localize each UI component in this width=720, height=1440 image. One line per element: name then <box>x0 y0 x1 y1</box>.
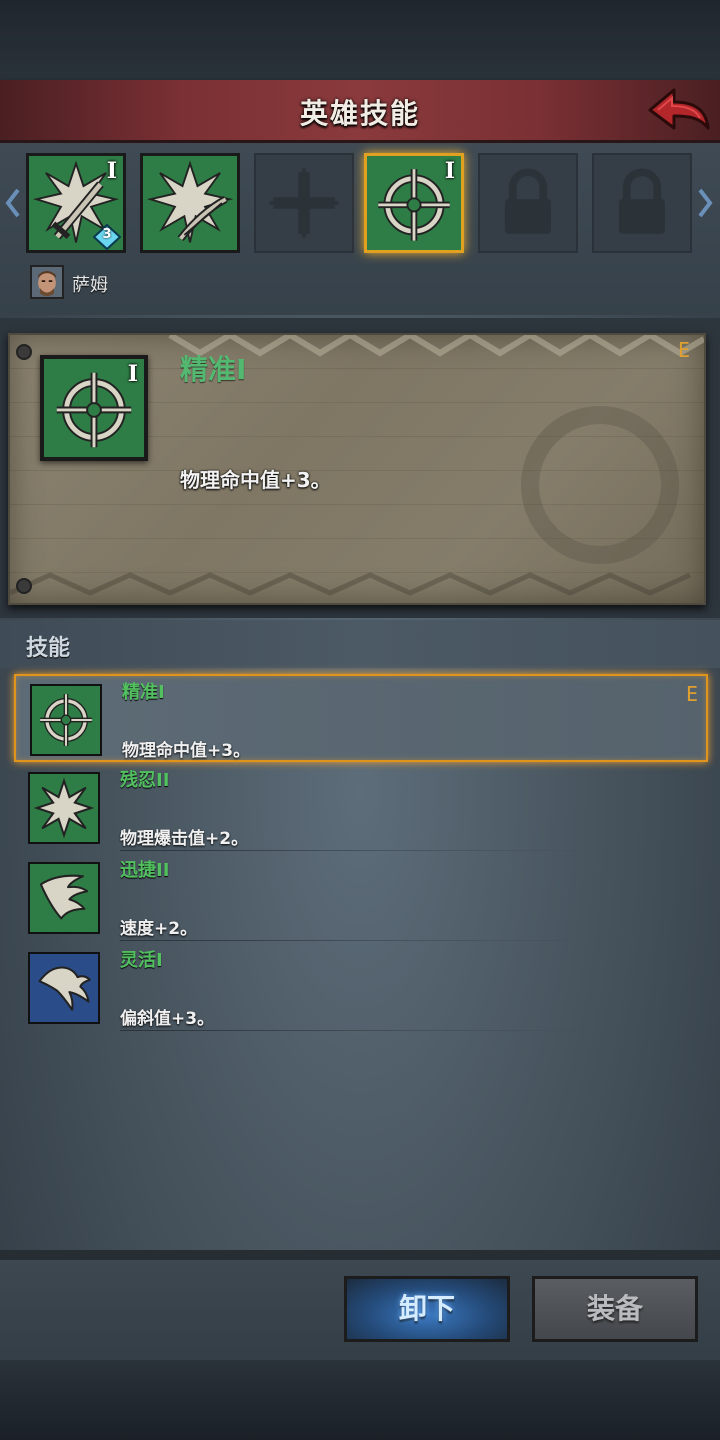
hero-portrait-icon <box>32 267 62 297</box>
detail-skill-name: 精准I <box>180 353 247 386</box>
skill-list-item-agility[interactable]: 灵活I 偏斜值+3。 <box>14 944 708 1032</box>
unequip-button[interactable]: 卸下 <box>344 1276 510 1342</box>
skill-slot-5-locked[interactable] <box>478 153 578 253</box>
skill-list-item-precision[interactable]: 精准I 物理命中值+3。 E <box>14 674 708 762</box>
divider <box>120 940 600 941</box>
rank-label: I <box>444 158 455 184</box>
skill-icon <box>30 684 102 756</box>
pin-icon <box>16 344 32 360</box>
skill-slot-2[interactable] <box>140 153 240 253</box>
skill-description: 物理命中值+3。 <box>122 741 251 761</box>
avatar[interactable] <box>30 265 64 299</box>
skill-icon <box>28 772 100 844</box>
skill-description: 速度+2。 <box>120 919 198 939</box>
detail-skill-description: 物理命中值+3。 <box>180 468 331 492</box>
skills-section-header: 技能 <box>0 620 720 668</box>
grade-badge: E <box>678 338 691 362</box>
top-frame <box>0 0 720 80</box>
back-arrow-icon[interactable] <box>644 84 712 136</box>
bottom-frame <box>0 1360 720 1440</box>
skill-icon <box>28 862 100 934</box>
detail-skill-icon: I <box>40 355 148 461</box>
skill-name: 迅捷II <box>120 860 170 881</box>
rank-label: I <box>127 361 138 387</box>
gem-count: 3 <box>102 227 112 242</box>
chevron-right-icon[interactable] <box>696 188 714 218</box>
divider <box>120 1030 600 1031</box>
burst-bow-icon <box>143 156 237 250</box>
skill-slot-1[interactable]: I 3 <box>26 153 126 253</box>
burst-icon <box>30 774 98 842</box>
rank-label: I <box>106 158 117 184</box>
section-title: 技能 <box>26 636 71 661</box>
skill-description: 物理爆击值+2。 <box>120 829 249 849</box>
divider <box>120 850 600 851</box>
skill-icon <box>28 952 100 1024</box>
chevron-left-icon[interactable] <box>4 188 22 218</box>
skill-name: 灵活I <box>120 950 163 971</box>
skill-name: 精准I <box>122 682 165 703</box>
hero-info: 萨姆 <box>30 265 710 301</box>
pin-icon <box>16 578 32 594</box>
page-title: 英雄技能 <box>299 97 420 130</box>
skill-slot-6-locked[interactable] <box>592 153 692 253</box>
cross-icon <box>269 168 339 238</box>
footer-divider <box>0 1250 720 1260</box>
lock-icon <box>618 168 666 234</box>
wing-icon <box>30 864 98 932</box>
skill-list-item-cruelty[interactable]: 残忍II 物理爆击值+2。 <box>14 764 708 852</box>
lock-icon <box>504 168 552 234</box>
gem-badge: 3 <box>93 224 121 250</box>
skill-description: 偏斜值+3。 <box>120 1009 215 1029</box>
feather-icon <box>30 954 98 1022</box>
equip-button[interactable]: 装备 <box>532 1276 698 1342</box>
skill-name: 残忍II <box>120 770 170 791</box>
hero-name: 萨姆 <box>72 275 108 296</box>
crosshair-icon <box>32 686 100 754</box>
header-bar: 英雄技能 <box>0 80 720 143</box>
skill-list-item-swift[interactable]: 迅捷II 速度+2。 <box>14 854 708 942</box>
skill-slot-4-selected[interactable]: I <box>364 153 464 253</box>
grade-badge: E <box>685 682 698 706</box>
skill-slot-3-empty[interactable] <box>254 153 354 253</box>
